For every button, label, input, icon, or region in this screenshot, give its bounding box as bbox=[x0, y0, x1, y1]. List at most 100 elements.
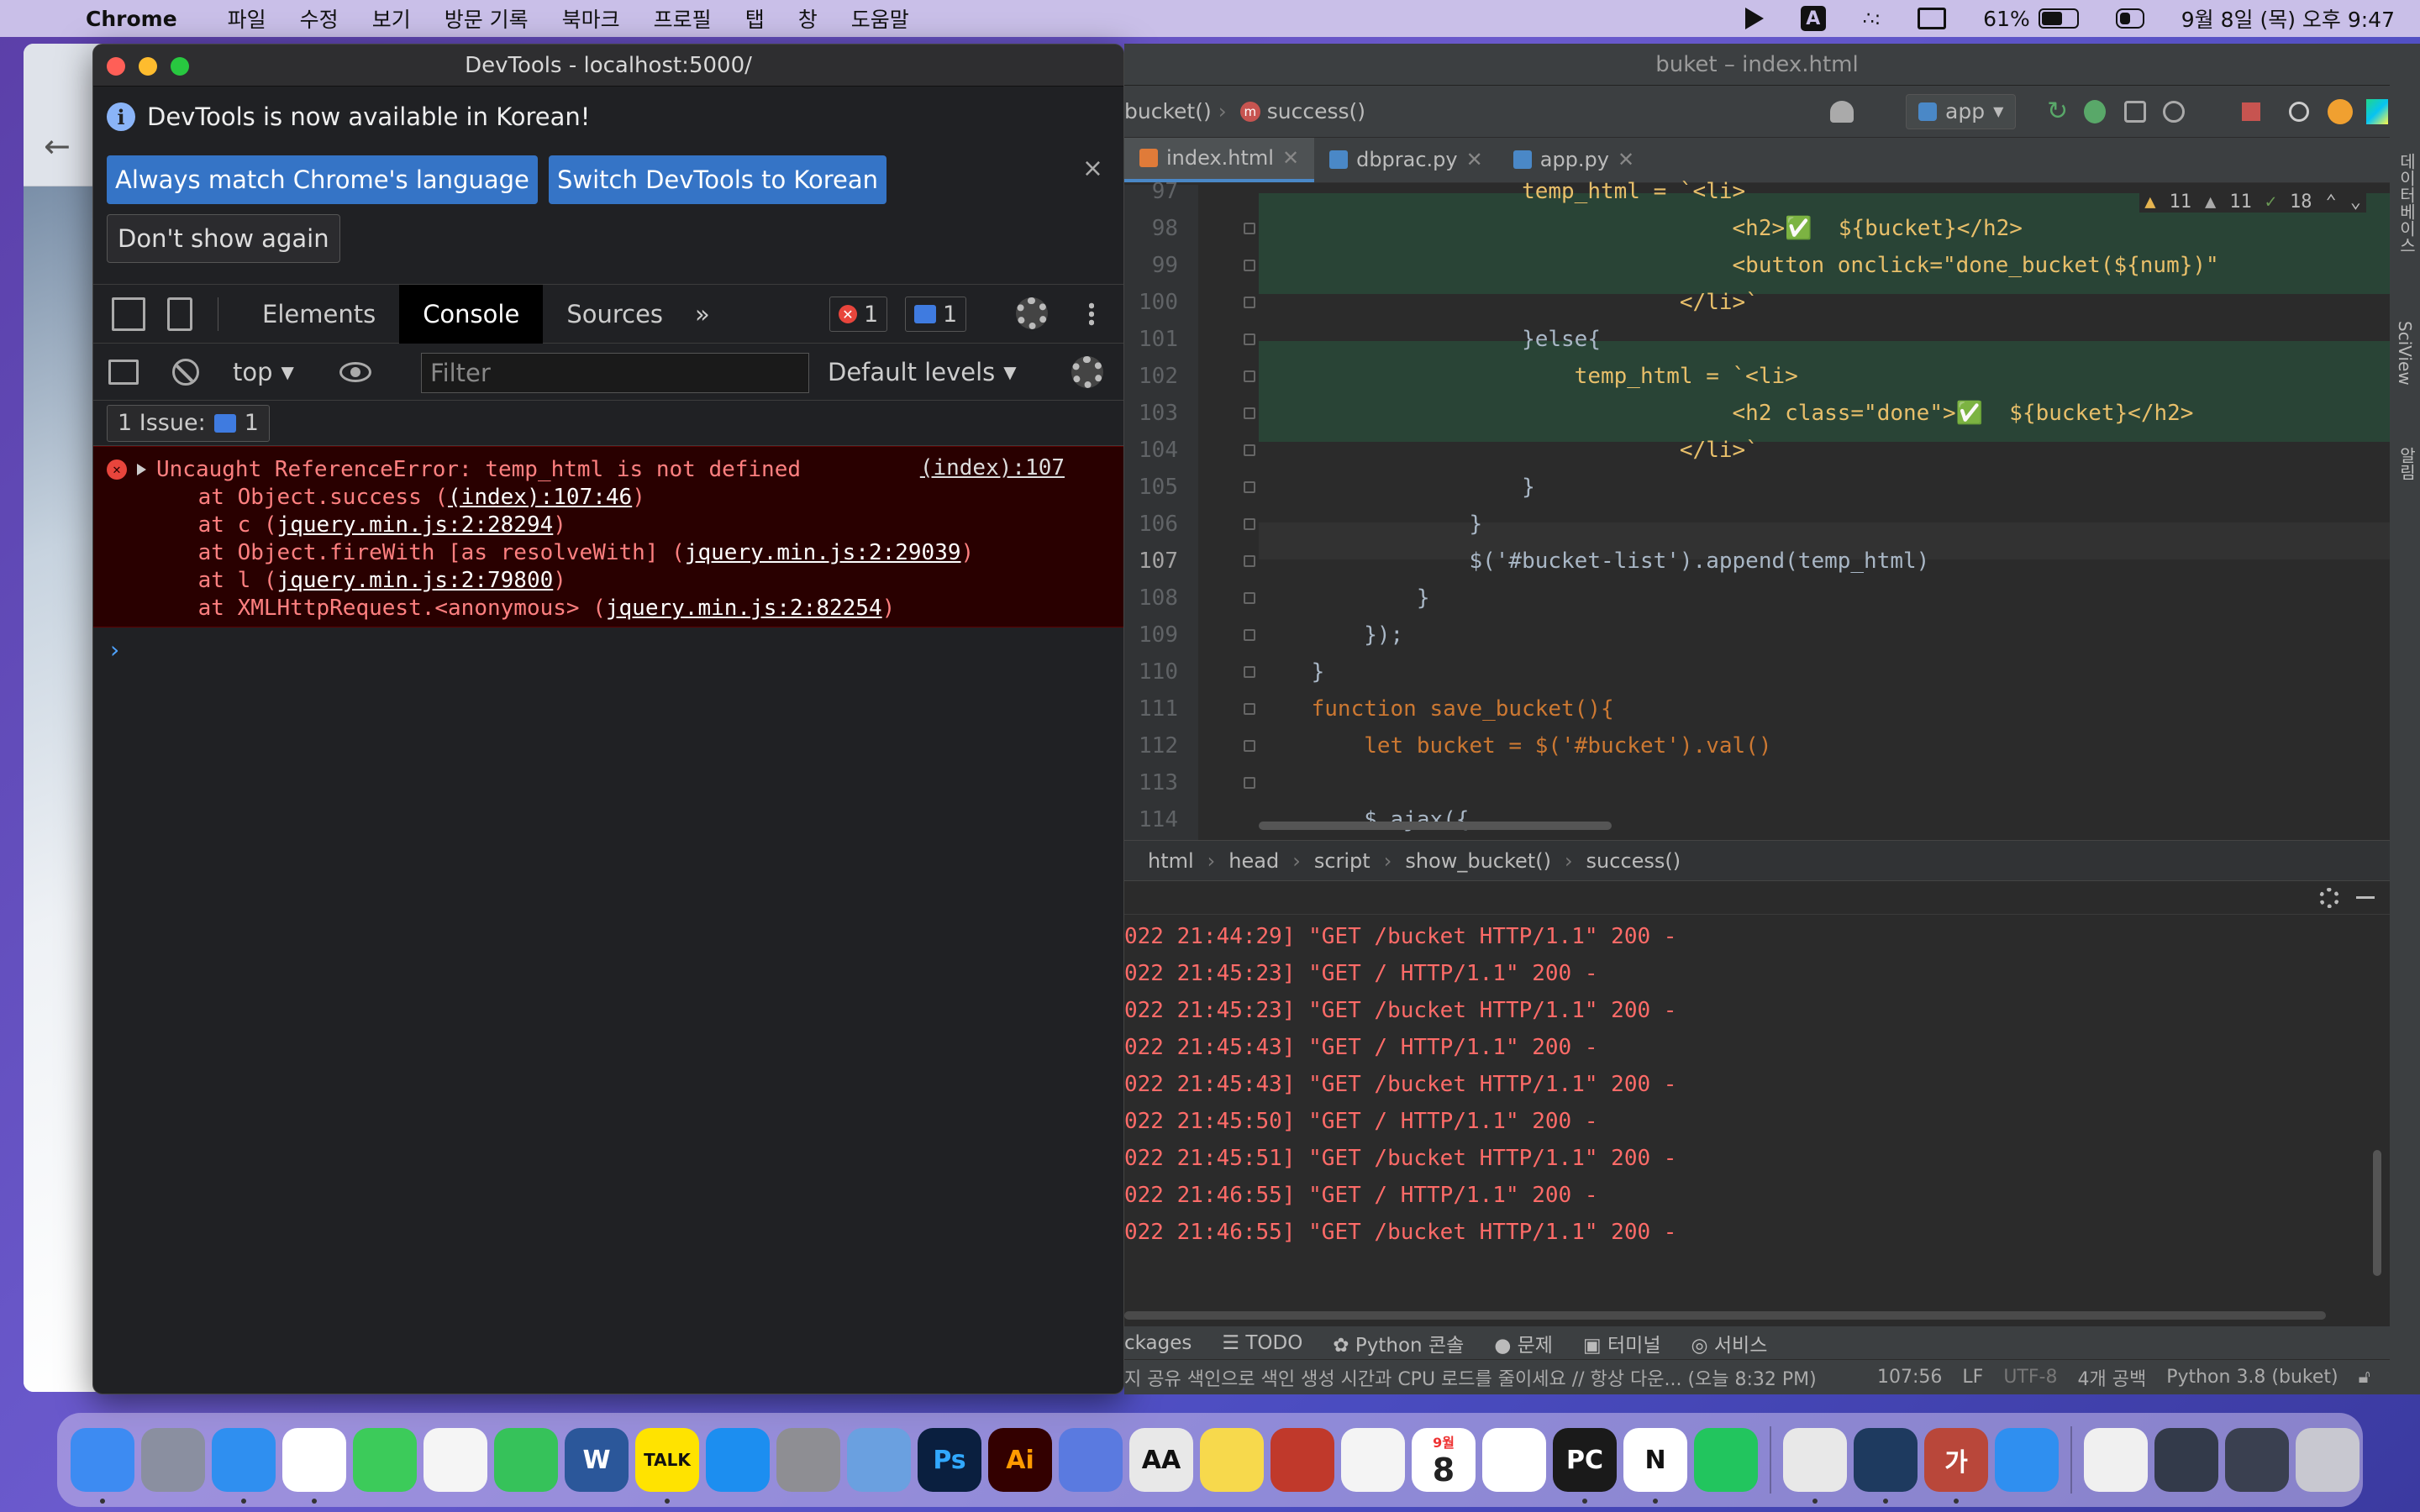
update-icon[interactable] bbox=[2328, 98, 2353, 124]
tool-tab-packages[interactable]: ckages bbox=[1124, 1332, 1192, 1354]
dock-photobooth-icon[interactable] bbox=[1270, 1428, 1334, 1492]
stack-link[interactable]: jquery.min.js:2:79800 bbox=[277, 568, 554, 593]
stack-link[interactable]: jquery.min.js:2:28294 bbox=[277, 512, 554, 538]
close-tab-icon[interactable]: ✕ bbox=[1282, 146, 1299, 170]
fold-marker-icon[interactable] bbox=[1244, 740, 1255, 752]
dock-pycharm-icon[interactable]: PC bbox=[1553, 1428, 1617, 1504]
menu-tab[interactable]: 탭 bbox=[745, 3, 765, 34]
chevron-down-icon[interactable]: ⌄ bbox=[2350, 192, 2361, 213]
dock-notes-icon[interactable] bbox=[1341, 1428, 1405, 1492]
fold-marker-icon[interactable] bbox=[1244, 297, 1255, 308]
indent-setting[interactable]: 4개 공백 bbox=[2077, 1364, 2146, 1391]
settings-gear-icon[interactable] bbox=[1016, 297, 1048, 329]
fold-marker-icon[interactable] bbox=[1244, 777, 1255, 789]
search-icon[interactable] bbox=[2289, 101, 2309, 122]
dock-chrome-icon[interactable] bbox=[282, 1428, 346, 1504]
clock[interactable]: 9월 8일 (목) 오후 9:47 bbox=[2181, 3, 2395, 34]
fold-marker-icon[interactable] bbox=[1244, 444, 1255, 456]
breadcrumb-item[interactable]: head bbox=[1228, 849, 1279, 873]
breadcrumb-item[interactable]: html bbox=[1148, 849, 1194, 873]
horizontal-scrollbar[interactable] bbox=[1259, 822, 1612, 830]
apple-icon[interactable] bbox=[30, 3, 60, 34]
console-prompt[interactable]: › bbox=[110, 636, 1123, 664]
expand-caret-icon[interactable] bbox=[137, 463, 146, 475]
error-count-badge[interactable]: ✕ 1 bbox=[829, 297, 888, 332]
menu-view[interactable]: 보기 bbox=[372, 3, 411, 34]
fold-marker-icon[interactable] bbox=[1244, 370, 1255, 382]
dock-slack-icon[interactable] bbox=[1482, 1428, 1546, 1492]
dock-imageviewer-icon[interactable] bbox=[1059, 1428, 1123, 1492]
file-encoding[interactable]: UTF-8 bbox=[2003, 1367, 2057, 1388]
dock-screenshot2-icon[interactable] bbox=[2225, 1428, 2289, 1492]
fold-marker-icon[interactable] bbox=[1244, 592, 1255, 604]
dock-gureum-icon[interactable]: 가 bbox=[1924, 1428, 1988, 1504]
breadcrumb-item[interactable]: script bbox=[1314, 849, 1370, 873]
live-expression-eye-icon[interactable] bbox=[339, 361, 371, 382]
tab-sources[interactable]: Sources bbox=[543, 285, 687, 344]
fold-marker-icon[interactable] bbox=[1244, 666, 1255, 678]
run-settings-gear-icon[interactable] bbox=[2319, 888, 2339, 908]
breadcrumb-item[interactable]: success() bbox=[1586, 849, 1681, 873]
jetbrains-icon[interactable] bbox=[2366, 98, 2388, 124]
stack-link[interactable]: jquery.min.js:2:29039 bbox=[685, 540, 961, 565]
tool-tab-python-console[interactable]: ✿ Python 콘솔 bbox=[1333, 1329, 1464, 1357]
breadcrumb-item[interactable]: show_bucket() bbox=[1405, 849, 1551, 873]
input-source-icon[interactable]: A bbox=[1800, 6, 1826, 31]
inspect-element-icon[interactable] bbox=[112, 297, 145, 331]
more-options-icon[interactable] bbox=[1089, 302, 1094, 327]
rerun-icon[interactable]: ↻ bbox=[2047, 97, 2068, 126]
dock-preview-icon[interactable] bbox=[847, 1428, 911, 1492]
dock-trash-icon[interactable] bbox=[2296, 1428, 2360, 1492]
dock-doc-icon[interactable] bbox=[2084, 1428, 2148, 1492]
default-levels-dropdown[interactable]: Default levels ▼ bbox=[828, 358, 1017, 386]
fold-marker-icon[interactable] bbox=[1244, 333, 1255, 345]
dock-notion-icon[interactable]: N bbox=[1623, 1428, 1687, 1504]
menu-profiles[interactable]: 프로필 bbox=[654, 3, 712, 34]
dock-safari-icon[interactable] bbox=[212, 1428, 276, 1504]
tool-tab-services[interactable]: ◎ 서비스 bbox=[1691, 1329, 1768, 1357]
dock-photos-icon[interactable] bbox=[424, 1428, 487, 1492]
nav-function[interactable]: bucket() bbox=[1124, 99, 1212, 123]
close-infobar-icon[interactable]: × bbox=[1082, 154, 1103, 183]
close-tab-icon[interactable]: ✕ bbox=[1618, 148, 1634, 171]
dock-stickies-icon[interactable] bbox=[1200, 1428, 1264, 1492]
run-config-dropdown[interactable]: app ▼ bbox=[1906, 93, 2017, 129]
dock-screenshot1-icon[interactable] bbox=[2154, 1428, 2218, 1492]
dock-wakatime-icon[interactable] bbox=[1694, 1428, 1758, 1492]
horizontal-scrollbar[interactable] bbox=[1124, 1311, 2326, 1320]
fold-marker-icon[interactable] bbox=[1244, 629, 1255, 641]
line-separator[interactable]: LF bbox=[1962, 1367, 1983, 1388]
menu-file[interactable]: 파일 bbox=[228, 3, 266, 34]
coverage-icon[interactable] bbox=[2124, 100, 2146, 123]
dock-illustrator-icon[interactable]: Ai bbox=[988, 1428, 1052, 1492]
dock-word-icon[interactable]: W bbox=[565, 1428, 629, 1492]
zoom-window-button[interactable] bbox=[171, 57, 189, 76]
dock-launchpad-icon[interactable] bbox=[141, 1428, 205, 1492]
code-editor[interactable]: 97 98 99 100 101 102 103 104 105 106 107 108 109 110 1… bbox=[1124, 179, 2390, 840]
switch-to-korean-button[interactable]: Switch DevTools to Korean bbox=[549, 155, 887, 204]
notifications-tab[interactable]: 알림 bbox=[2395, 447, 2419, 480]
menu-help[interactable]: 도움말 bbox=[851, 3, 909, 34]
dock-kakaotalk-icon[interactable]: TALK bbox=[635, 1428, 699, 1504]
tool-tab-terminal[interactable]: ▣ 터미널 bbox=[1583, 1329, 1661, 1357]
control-center-icon[interactable] bbox=[2115, 8, 2144, 29]
stack-link[interactable]: jquery.min.js:2:82254 bbox=[606, 596, 882, 621]
minimize-window-button[interactable] bbox=[139, 57, 157, 76]
dont-show-again-button[interactable]: Don't show again bbox=[107, 214, 340, 263]
sidebar-toggle-icon[interactable] bbox=[108, 359, 139, 385]
tab-elements[interactable]: Elements bbox=[239, 285, 399, 344]
back-arrow-icon[interactable]: ← bbox=[44, 128, 71, 165]
filter-input[interactable]: Filter bbox=[421, 353, 809, 393]
tool-tab-problems[interactable]: ● 문제 bbox=[1494, 1329, 1553, 1357]
context-selector[interactable]: top ▼ bbox=[233, 358, 294, 386]
bluetooth-icon[interactable]: ∴: bbox=[1863, 8, 1881, 29]
dock-safari2-icon[interactable] bbox=[1995, 1428, 2059, 1492]
dock-python-icon[interactable] bbox=[1783, 1428, 1847, 1504]
inspection-widget[interactable]: ▲ 11 ▲ 11 ✓ 18 ⌃ ⌄ bbox=[2139, 192, 2366, 213]
dock-photoshop-icon[interactable]: Ps bbox=[918, 1428, 981, 1492]
fold-marker-icon[interactable] bbox=[1244, 555, 1255, 567]
play-icon[interactable] bbox=[1744, 8, 1764, 29]
menu-app-name[interactable]: Chrome bbox=[86, 7, 177, 31]
nav-method[interactable]: success() bbox=[1267, 99, 1365, 123]
fold-marker-icon[interactable] bbox=[1244, 703, 1255, 715]
